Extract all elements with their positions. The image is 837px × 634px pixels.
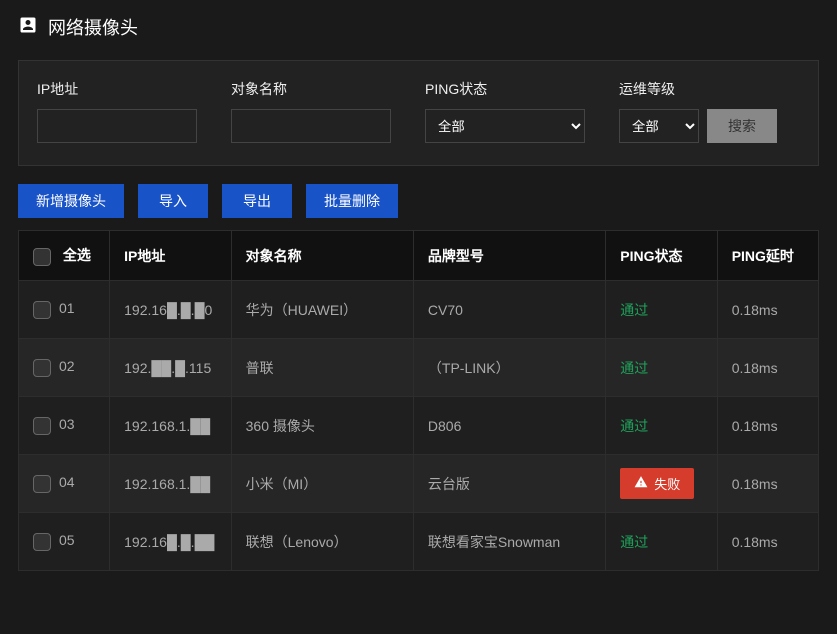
select-all-checkbox[interactable] (33, 248, 51, 266)
filter-ping: PING状态 全部 (425, 79, 585, 143)
cell-ip: 192.16█.█.██ (110, 513, 232, 571)
cell-delay: 0.18ms (717, 339, 818, 397)
table-row: 02 192.██.█.115普联（TP-LINK） 通过 0.18ms (19, 339, 819, 397)
filter-name: 对象名称 (231, 79, 391, 143)
camera-card-icon (18, 15, 38, 40)
row-index: 02 (59, 358, 75, 374)
cell-model: （TP-LINK） (413, 339, 605, 397)
header-select-all: 全选 (19, 231, 110, 281)
export-button[interactable]: 导出 (222, 184, 292, 218)
cell-name: 普联 (231, 339, 413, 397)
cell-ping-status: 通过 (606, 397, 717, 455)
status-pass: 通过 (620, 360, 648, 376)
filter-ip-label: IP地址 (37, 79, 197, 99)
table-header-row: 全选 IP地址 对象名称 品牌型号 PING状态 PING延时 (19, 231, 819, 281)
add-camera-button[interactable]: 新增摄像头 (18, 184, 124, 218)
search-button[interactable]: 搜索 (707, 109, 777, 143)
table-row: 01 192.16█.█.█0华为（HUAWEI）CV70 通过 0.18ms (19, 281, 819, 339)
camera-table: 全选 IP地址 对象名称 品牌型号 PING状态 PING延时 01 192.16… (18, 230, 819, 571)
status-fail-badge: 失败 (620, 468, 694, 499)
batch-delete-button[interactable]: 批量删除 (306, 184, 398, 218)
row-index: 01 (59, 300, 75, 316)
row-index: 05 (59, 532, 75, 548)
filter-level: 运维等级 全部 搜索 (619, 79, 777, 143)
cell-ping-status: 通过 (606, 513, 717, 571)
row-checkbox[interactable] (33, 359, 51, 377)
filter-ping-select[interactable]: 全部 (425, 109, 585, 143)
header-delay: PING延时 (717, 231, 818, 281)
cell-model: 联想看家宝Snowman (413, 513, 605, 571)
table-row: 05 192.16█.█.██联想（Lenovo）联想看家宝Snowman 通过 0.… (19, 513, 819, 571)
cell-delay: 0.18ms (717, 397, 818, 455)
page-title: 网络摄像头 (48, 14, 138, 40)
status-pass: 通过 (620, 302, 648, 318)
row-checkbox[interactable] (33, 417, 51, 435)
cell-name: 联想（Lenovo） (231, 513, 413, 571)
status-pass: 通过 (620, 534, 648, 550)
filter-panel: IP地址 对象名称 PING状态 全部 运维等级 全部 搜索 (18, 60, 819, 166)
row-checkbox[interactable] (33, 533, 51, 551)
filter-name-input[interactable] (231, 109, 391, 143)
status-pass: 通过 (620, 418, 648, 434)
cell-name: 360 摄像头 (231, 397, 413, 455)
cell-ip: 192.██.█.115 (110, 339, 232, 397)
header-name: 对象名称 (231, 231, 413, 281)
cell-delay: 0.18ms (717, 281, 818, 339)
filter-level-select[interactable]: 全部 (619, 109, 699, 143)
cell-ping-status: 通过 (606, 281, 717, 339)
status-fail-text: 失败 (654, 474, 680, 493)
cell-delay: 0.18ms (717, 513, 818, 571)
row-index: 03 (59, 416, 75, 432)
cell-model: 云台版 (413, 455, 605, 513)
action-bar: 新增摄像头 导入 导出 批量删除 (18, 184, 819, 218)
table-row: 03 192.168.1.██360 摄像头D806 通过 0.18ms (19, 397, 819, 455)
select-all-label: 全选 (63, 247, 91, 263)
cell-model: D806 (413, 397, 605, 455)
filter-level-label: 运维等级 (619, 79, 777, 99)
header-model: 品牌型号 (413, 231, 605, 281)
page-header: 网络摄像头 (0, 0, 837, 50)
table-row: 04 192.168.1.██小米（MI）云台版 失败 0.18ms (19, 455, 819, 513)
filter-ip-input[interactable] (37, 109, 197, 143)
cell-ip: 192.168.1.██ (110, 455, 232, 513)
row-checkbox[interactable] (33, 475, 51, 493)
cell-model: CV70 (413, 281, 605, 339)
cell-name: 小米（MI） (231, 455, 413, 513)
cell-ping-status: 失败 (606, 455, 717, 513)
row-index: 04 (59, 474, 75, 490)
cell-ping-status: 通过 (606, 339, 717, 397)
filter-name-label: 对象名称 (231, 79, 391, 99)
cell-ip: 192.16█.█.█0 (110, 281, 232, 339)
row-checkbox[interactable] (33, 301, 51, 319)
cell-name: 华为（HUAWEI） (231, 281, 413, 339)
filter-ip: IP地址 (37, 79, 197, 143)
filter-ping-label: PING状态 (425, 79, 585, 99)
cell-delay: 0.18ms (717, 455, 818, 513)
warning-icon (634, 475, 648, 492)
header-ip: IP地址 (110, 231, 232, 281)
cell-ip: 192.168.1.██ (110, 397, 232, 455)
header-ping: PING状态 (606, 231, 717, 281)
import-button[interactable]: 导入 (138, 184, 208, 218)
